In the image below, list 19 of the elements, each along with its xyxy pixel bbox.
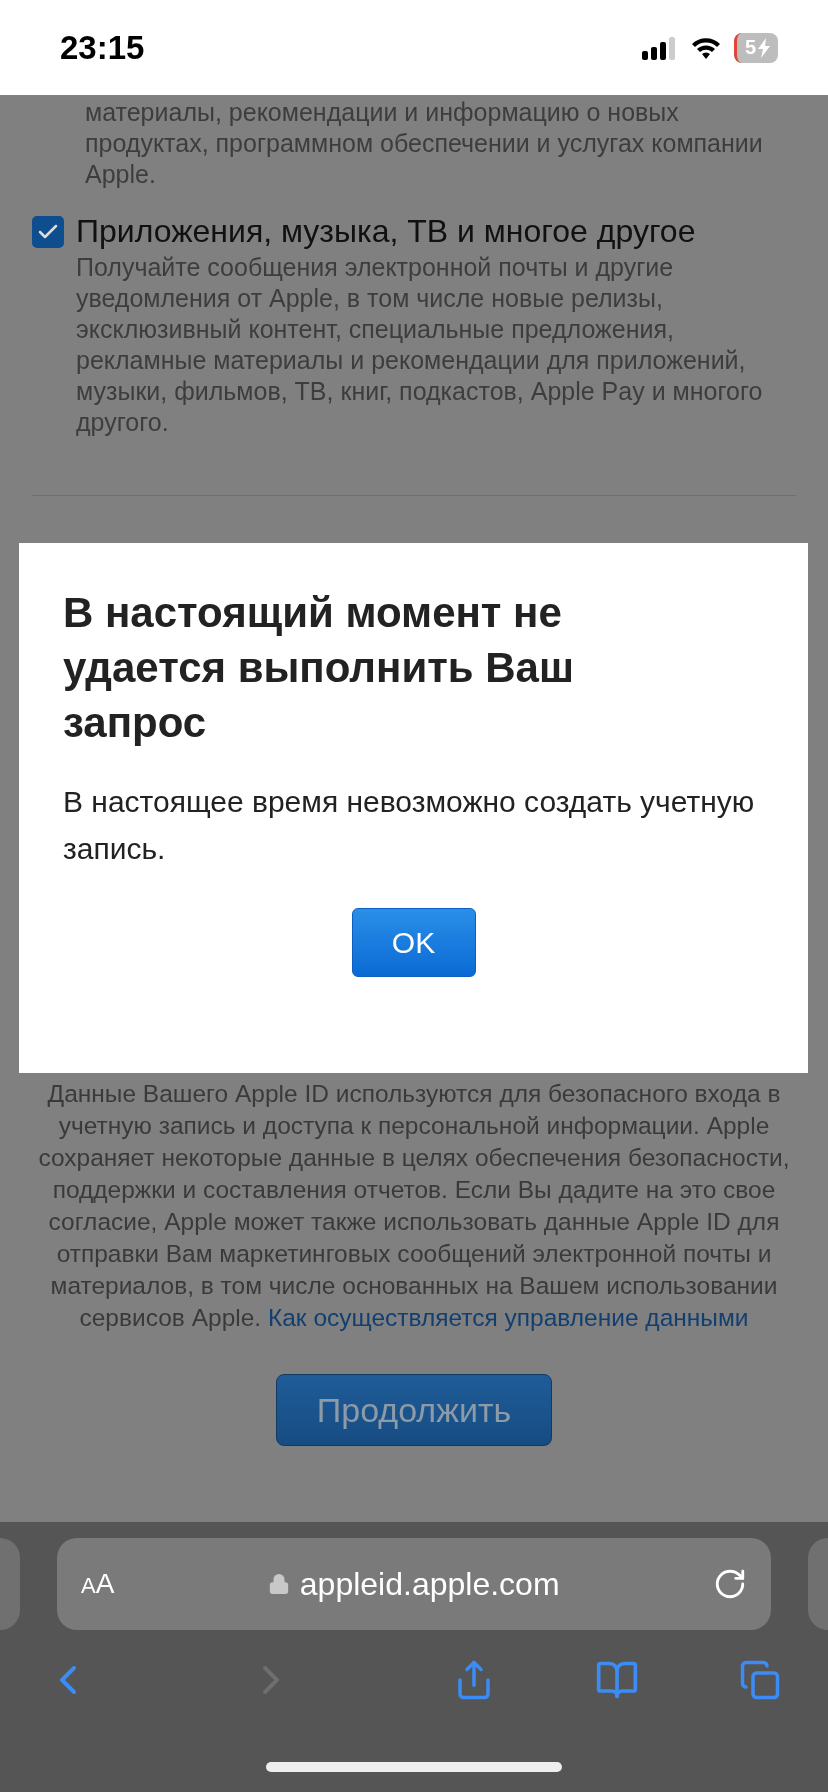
reload-icon[interactable] bbox=[713, 1567, 747, 1601]
signal-icon bbox=[641, 35, 678, 60]
dialog-message: В настоящее время невозможно создать учетную запись. bbox=[63, 784, 756, 867]
ok-button[interactable]: OK bbox=[351, 908, 476, 977]
description-text: материалы, рекомендации и информацию о новых продуктах, программном обеспечении и услугах компании Apple. bbox=[85, 97, 764, 190]
dialog-title: В настоящий момент не удается выполнить Ваш запрос bbox=[63, 588, 575, 748]
address-bar[interactable]: AA appleid.apple.com bbox=[57, 1538, 771, 1630]
checkbox[interactable] bbox=[32, 216, 64, 248]
status-time: 23:15 bbox=[60, 28, 145, 67]
battery-indicator: 5 bbox=[733, 32, 778, 63]
option-title: Приложения, музыка, ТВ и многое другое bbox=[76, 212, 697, 251]
tabs-icon bbox=[739, 1659, 781, 1701]
privacy-text: Данные Вашего Apple ID используются для безопасного входа в учетную запись и доступа к персональной информации. Apple сохраняет некоторые данные в целях обеспечения безопасности, поддержки и составления отчетов. Если Вы дадите на это свое согласие, Apple может также использовать данные Apple ID для отправки Вам маркетинговых сообщений электронной почты и материалов, в том числе основанных на Вашем использовании сервисов Apple. Как осуществляется управление данными bbox=[37, 1079, 791, 1333]
text-size-button[interactable]: AA bbox=[81, 1568, 115, 1600]
url-text: appleid.apple.com bbox=[299, 1565, 560, 1603]
data-management-link[interactable]: Как осуществляется управление данными bbox=[267, 1304, 749, 1331]
continue-button[interactable]: Продолжить bbox=[276, 1374, 552, 1446]
lock-icon bbox=[267, 1573, 290, 1595]
option-description: Получайте сообщения электронной почты и другие уведомления от Apple, в том числе новые релизы, эксклюзивный контент, специальные предложения, рекламные материалы и рекомендации для приложений, музыки, фильмов, ТВ, книг, подкастов, Apple Pay и многого другого. bbox=[76, 252, 764, 438]
